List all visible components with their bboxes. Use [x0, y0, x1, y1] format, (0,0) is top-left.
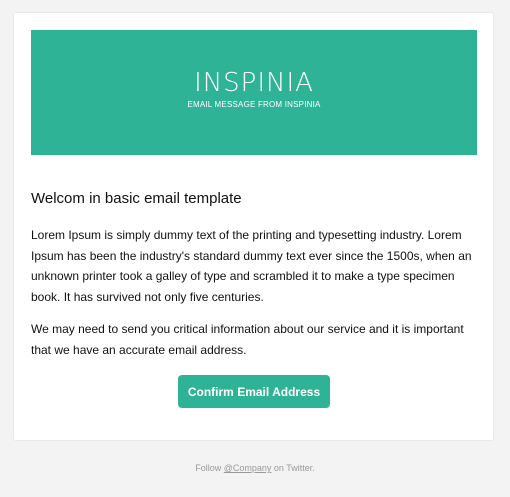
email-footer: Follow @Company on Twitter.	[0, 463, 510, 473]
email-header-banner: INSPINIA EMAIL MESSAGE FROM INSPINIA	[31, 30, 477, 155]
confirm-email-button[interactable]: Confirm Email Address	[178, 375, 330, 408]
banner-title: INSPINIA	[194, 68, 314, 98]
company-twitter-link[interactable]: @Company	[224, 463, 272, 473]
email-paragraph-1: Lorem Ipsum is simply dummy text of the …	[31, 228, 472, 304]
footer-suffix: on Twitter.	[271, 463, 315, 473]
email-paragraph-2: We may need to send you critical informa…	[31, 322, 464, 357]
email-heading: Welcom in basic email template	[31, 190, 242, 207]
banner-subtitle: EMAIL MESSAGE FROM INSPINIA	[187, 100, 321, 109]
footer-prefix: Follow	[195, 463, 224, 473]
email-card: INSPINIA EMAIL MESSAGE FROM INSPINIA Wel…	[13, 12, 494, 441]
